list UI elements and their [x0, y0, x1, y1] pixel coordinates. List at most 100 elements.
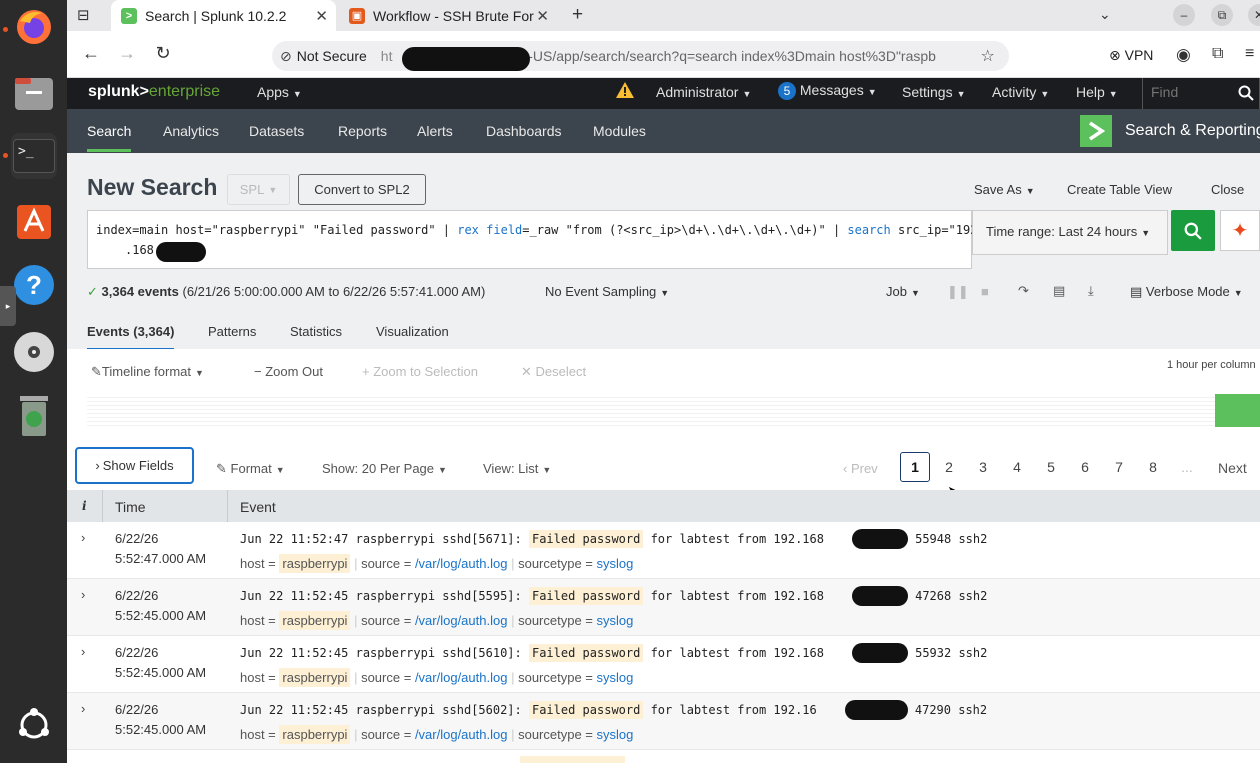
page-1-button[interactable]: 1: [900, 452, 930, 482]
format-menu[interactable]: ✎ Format ▼: [216, 461, 285, 477]
activity-menu[interactable]: Activity ▼: [992, 84, 1049, 100]
warning-icon[interactable]: [615, 81, 635, 102]
page-3-button[interactable]: 3: [968, 452, 998, 482]
ai-assistant-sparkle-icon[interactable]: ✦: [1220, 210, 1260, 251]
share-icon[interactable]: ↷: [1018, 283, 1029, 299]
nav-search[interactable]: Search: [87, 123, 132, 152]
app-center-icon[interactable]: [11, 197, 57, 243]
close-tab-icon[interactable]: ✕: [536, 7, 549, 25]
back-arrow-icon[interactable]: ←: [79, 43, 103, 64]
deselect-button[interactable]: ✕ Deselect: [521, 364, 586, 380]
search-submit-button[interactable]: [1171, 210, 1215, 251]
timeline-format-menu[interactable]: ✎Timeline format ▼: [91, 364, 204, 380]
files-icon[interactable]: [11, 70, 57, 116]
prev-page-button[interactable]: ‹ Prev: [843, 461, 878, 476]
page-6-button[interactable]: 6: [1070, 452, 1100, 482]
nav-dashboards[interactable]: Dashboards: [486, 123, 562, 139]
pause-icon[interactable]: ❚❚: [947, 284, 969, 300]
export-icon[interactable]: ⤓: [1088, 283, 1094, 299]
show-apps-icon[interactable]: [11, 702, 57, 748]
event-sampling-dropdown[interactable]: No Event Sampling ▼: [545, 284, 669, 299]
splunk-logo[interactable]: splunk>enterprise: [88, 83, 220, 101]
nav-analytics[interactable]: Analytics: [163, 123, 219, 139]
vpn-indicator[interactable]: ⊗ VPN: [1109, 47, 1153, 64]
menu-icon[interactable]: ≡: [1245, 45, 1254, 63]
create-table-view-link[interactable]: Create Table View: [1067, 182, 1172, 197]
host-value[interactable]: raspberrypi: [279, 611, 351, 630]
sourcetype-value[interactable]: syslog: [597, 613, 634, 628]
address-bar[interactable]: ⊘ Not Secure ht n-US/app/search/search?q…: [272, 41, 1009, 71]
new-tab-icon[interactable]: +: [572, 4, 583, 26]
show-fields-button[interactable]: › Show Fields: [75, 447, 194, 484]
convert-to-spl2-button[interactable]: Convert to SPL2: [298, 174, 426, 205]
source-value[interactable]: /var/log/auth.log: [415, 613, 508, 628]
print-icon[interactable]: ▤: [1053, 283, 1065, 299]
find-input[interactable]: [1151, 84, 1231, 100]
page-7-button[interactable]: 7: [1104, 452, 1134, 482]
nav-datasets[interactable]: Datasets: [249, 123, 304, 139]
host-value[interactable]: raspberrypi: [279, 725, 351, 744]
help-icon[interactable]: ?: [11, 262, 57, 308]
nav-reports[interactable]: Reports: [338, 123, 387, 139]
administrator-menu[interactable]: Administrator ▼: [656, 84, 751, 100]
not-secure-label[interactable]: Not Secure: [297, 48, 367, 64]
extensions-icon[interactable]: ⧉: [1212, 45, 1223, 63]
messages-menu[interactable]: 5 Messages ▼: [778, 82, 877, 100]
view-dropdown[interactable]: View: List ▼: [483, 461, 551, 476]
minimize-icon[interactable]: –: [1173, 4, 1195, 26]
bookmark-star-icon[interactable]: ☆: [980, 46, 994, 66]
next-page-button[interactable]: Next: [1218, 460, 1247, 476]
timeline-bar[interactable]: [1215, 394, 1260, 427]
tab-workflow[interactable]: ▣ Workflow - SSH Brute For ✕: [339, 0, 557, 31]
expand-chevron-icon[interactable]: ›: [81, 644, 85, 659]
expand-chevron-icon[interactable]: ›: [81, 530, 85, 545]
search-mode-dropdown[interactable]: ▤ Verbose Mode ▼: [1130, 284, 1243, 300]
spl-dropdown[interactable]: SPL ▼: [227, 174, 290, 205]
job-menu[interactable]: Job ▼: [886, 284, 920, 299]
timeline-chart[interactable]: [87, 394, 1215, 427]
tab-splunk-search[interactable]: > Search | Splunk 10.2.2 ✕: [111, 0, 336, 31]
time-column-header[interactable]: Time: [115, 499, 146, 515]
sourcetype-value[interactable]: syslog: [597, 727, 634, 742]
account-icon[interactable]: ◉: [1176, 45, 1191, 65]
sourcetype-value[interactable]: syslog: [597, 556, 634, 571]
zoom-out-button[interactable]: − Zoom Out: [254, 364, 323, 379]
help-menu[interactable]: Help ▼: [1076, 84, 1118, 100]
time-range-picker[interactable]: Time range: Last 24 hours ▼: [972, 210, 1168, 255]
find-box[interactable]: [1142, 78, 1260, 109]
page-5-button[interactable]: 5: [1036, 452, 1066, 482]
firefox-icon[interactable]: [11, 4, 57, 50]
source-value[interactable]: /var/log/auth.log: [415, 727, 508, 742]
search-icon[interactable]: [1238, 85, 1254, 101]
tab-events[interactable]: Events (3,364): [87, 324, 175, 351]
maximize-icon[interactable]: ⧉: [1211, 4, 1233, 26]
dock-expand-handle[interactable]: ▸: [0, 286, 16, 326]
host-value[interactable]: raspberrypi: [279, 668, 351, 687]
save-as-menu[interactable]: Save As ▼: [974, 182, 1035, 197]
stop-icon[interactable]: ■: [981, 284, 989, 299]
zoom-to-selection-button[interactable]: + Zoom to Selection: [362, 364, 478, 379]
terminal-icon[interactable]: >_: [11, 133, 57, 179]
page-8-button[interactable]: 8: [1138, 452, 1168, 482]
reload-icon[interactable]: ↻: [151, 43, 175, 64]
page-4-button[interactable]: 4: [1002, 452, 1032, 482]
settings-menu[interactable]: Settings ▼: [902, 84, 966, 100]
close-tab-icon[interactable]: ✕: [315, 7, 328, 25]
close-window-icon[interactable]: ✕: [1248, 4, 1260, 26]
nav-modules[interactable]: Modules: [593, 123, 646, 139]
tab-overview-icon[interactable]: ⊟: [77, 6, 90, 24]
source-value[interactable]: /var/log/auth.log: [415, 670, 508, 685]
apps-menu[interactable]: Apps ▼: [257, 84, 302, 100]
expand-chevron-icon[interactable]: ›: [81, 587, 85, 602]
event-column-header[interactable]: Event: [240, 499, 276, 515]
disc-icon[interactable]: [11, 329, 57, 375]
page-2-button[interactable]: 2: [934, 452, 964, 482]
forward-arrow-icon[interactable]: →: [115, 43, 139, 64]
search-query-input[interactable]: index=main host="raspberrypi" "Failed pa…: [87, 210, 977, 269]
expand-chevron-icon[interactable]: ›: [81, 701, 85, 716]
host-value[interactable]: raspberrypi: [279, 554, 351, 573]
tab-visualization[interactable]: Visualization: [376, 324, 449, 339]
source-value[interactable]: /var/log/auth.log: [415, 556, 508, 571]
sourcetype-value[interactable]: syslog: [597, 670, 634, 685]
trash-icon[interactable]: [11, 393, 57, 439]
